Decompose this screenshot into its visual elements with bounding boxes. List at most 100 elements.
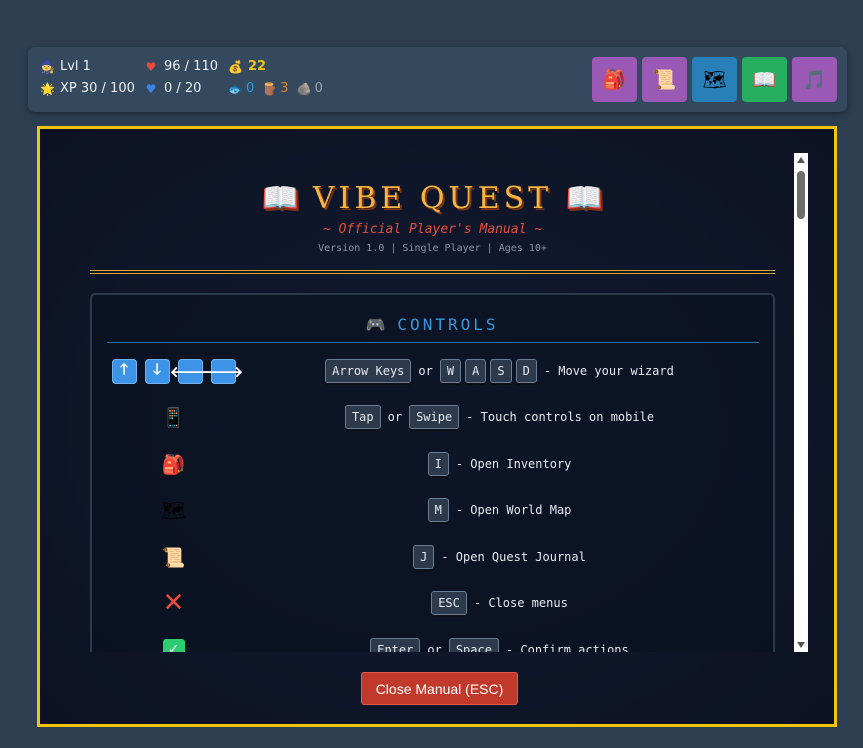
key-swipe: Swipe [409, 405, 460, 429]
key-space: Space [448, 638, 499, 652]
manual-subtitle: ~ Official Player's Manual ~ [322, 222, 543, 237]
control-row-description: J - Open Quest Journal [240, 542, 759, 572]
heart-icon: ♥ [145, 60, 157, 74]
key-enter: Enter [370, 638, 421, 652]
control-row-confirm: ✓ Enter or Space - Confirm actions [107, 635, 759, 652]
arrow-up-icon: 🡑 [111, 358, 137, 384]
music-button[interactable]: 🎵 [792, 57, 837, 102]
control-row-description: Tap or Swipe - Touch controls on mobile [240, 402, 759, 432]
player-hud: 🧙 Lvl 1 🌟 XP 30 / 100 ♥ 96 / 110 ♥ 0 / 2… [28, 47, 847, 112]
manual-title: 📖 VIBE QUEST 📖 [90, 181, 775, 216]
control-row-close: ✕ ESC - Close menus [107, 588, 759, 618]
xp-stat: 🌟 XP 30 / 100 [40, 81, 135, 97]
manual-version: Version 1.0 | Single Player | Ages 10+ [318, 243, 547, 254]
map-icon: 🗺 [161, 499, 186, 522]
title-divider [90, 270, 775, 274]
blue-heart-icon: ♥ [145, 82, 157, 96]
rock-icon: 🪨 [296, 82, 312, 96]
controls-heading: 🎮 CONTROLS [106, 315, 758, 334]
scrollbar-thumb[interactable] [797, 171, 805, 219]
gold-stat: 💰 22 [228, 59, 266, 75]
close-manual-button[interactable]: Close Manual (ESC) [361, 672, 518, 705]
arrow-down-icon: 🡓 [144, 358, 170, 384]
manual-button[interactable]: 📖 [742, 57, 787, 102]
manual-title-text: VIBE QUEST [312, 181, 553, 216]
key-esc: ESC [431, 591, 467, 615]
gamepad-icon: 🎮 [365, 315, 386, 334]
fish-icon: 🐟 [228, 82, 243, 96]
quest-journal-button[interactable]: 📜 [642, 57, 687, 102]
control-text: - Open World Map [455, 503, 572, 517]
stone-value: 0 [314, 81, 323, 96]
mobile-phone-icon: 📱 [161, 406, 186, 429]
arrow-right-icon: 🡒 [203, 358, 243, 384]
or-text: or [387, 410, 403, 424]
control-row-touch: 📱 Tap or Swipe - Touch controls on mobil… [107, 402, 759, 432]
cross-mark-icon: ✕ [162, 588, 185, 618]
control-row-icons: 🎒 [107, 449, 240, 479]
gold-value: 22 [248, 59, 267, 74]
control-row-icons: 🗺 [107, 495, 240, 525]
or-text: or [427, 643, 442, 652]
inventory-button[interactable]: 🎒 [592, 57, 637, 102]
control-row-description: I - Open Inventory [240, 449, 759, 479]
key-m: M [427, 498, 449, 522]
control-row-move: 🡑 🡓 🡐 🡒 Arrow Keys or W A S D - Move you… [107, 356, 759, 386]
key-d: D [515, 359, 537, 383]
control-row-icons: ✕ [107, 588, 240, 618]
level-stat: 🧙 Lvl 1 [40, 59, 91, 75]
control-row-map: 🗺 M - Open World Map [107, 495, 759, 525]
xp-value: XP 30 / 100 [60, 81, 135, 96]
control-text: - Move your wizard [543, 364, 674, 378]
or-text: or [418, 364, 433, 378]
key-i: I [427, 452, 449, 476]
control-text: - Open Inventory [455, 457, 572, 471]
control-row-description: Arrow Keys or W A S D - Move your wizard [240, 356, 759, 386]
scroll-up-arrow[interactable] [797, 157, 805, 163]
key-tap: Tap [344, 405, 381, 429]
control-row-icons: 🡑 🡓 🡐 🡒 [107, 356, 243, 386]
mana-value: 0 / 20 [164, 81, 202, 96]
control-row-journal: 📜 J - Open Quest Journal [107, 542, 759, 572]
control-text: - Close menus [473, 596, 568, 610]
music-note-icon: 🎵 [802, 69, 827, 91]
scroll-down-arrow[interactable] [797, 642, 805, 648]
control-text: - Confirm actions [505, 643, 629, 652]
arrow-left-icon: 🡐 [170, 358, 210, 384]
control-row-icons: 📱 [107, 402, 240, 432]
open-book-icon: 📖 [261, 181, 300, 216]
money-bag-icon: 💰 [228, 60, 243, 74]
world-map-button[interactable]: 🗺 [692, 57, 737, 102]
key-s: S [490, 359, 512, 383]
key-j: J [413, 545, 435, 569]
manual-modal: 📖 VIBE QUEST 📖 ~ Official Player's Manua… [37, 126, 837, 727]
controls-heading-text: CONTROLS [397, 315, 499, 334]
key-a: A [465, 359, 487, 383]
sun-icon: 🌟 [40, 82, 55, 96]
level-value: Lvl 1 [60, 59, 91, 74]
fish-value: 0 [246, 81, 255, 96]
check-mark-icon: ✓ [162, 639, 185, 652]
control-row-description: M - Open World Map [240, 495, 759, 525]
wood-value: 3 [280, 81, 289, 96]
control-row-icons: 📜 [107, 542, 240, 572]
control-text: - Touch controls on mobile [466, 410, 655, 424]
key-w: W [439, 359, 462, 383]
manual-scroll-area[interactable]: 📖 VIBE QUEST 📖 ~ Official Player's Manua… [90, 153, 809, 652]
scroll-icon: 📜 [652, 69, 677, 91]
control-row-description: ESC - Close menus [240, 588, 759, 618]
controls-panel: 🎮 CONTROLS 🡑 🡓 🡐 🡒 Arrow Keys or W A S D… [90, 293, 775, 652]
health-stat: ♥ 96 / 110 [144, 59, 218, 75]
map-icon: 🗺 [702, 69, 727, 91]
mana-stat: ♥ 0 / 20 [144, 81, 202, 97]
manual-scrollbar[interactable] [794, 153, 808, 652]
health-value: 96 / 110 [164, 59, 218, 74]
open-book-icon: 📖 [752, 69, 777, 91]
control-row-icons: ✓ [107, 635, 240, 652]
backpack-icon: 🎒 [161, 453, 186, 476]
scroll-icon: 📜 [161, 546, 186, 569]
wasd-keys: W A S D [439, 359, 537, 383]
control-row-description: Enter or Space - Confirm actions [240, 635, 759, 652]
backpack-icon: 🎒 [602, 69, 627, 91]
control-text: - Open Quest Journal [441, 550, 586, 564]
